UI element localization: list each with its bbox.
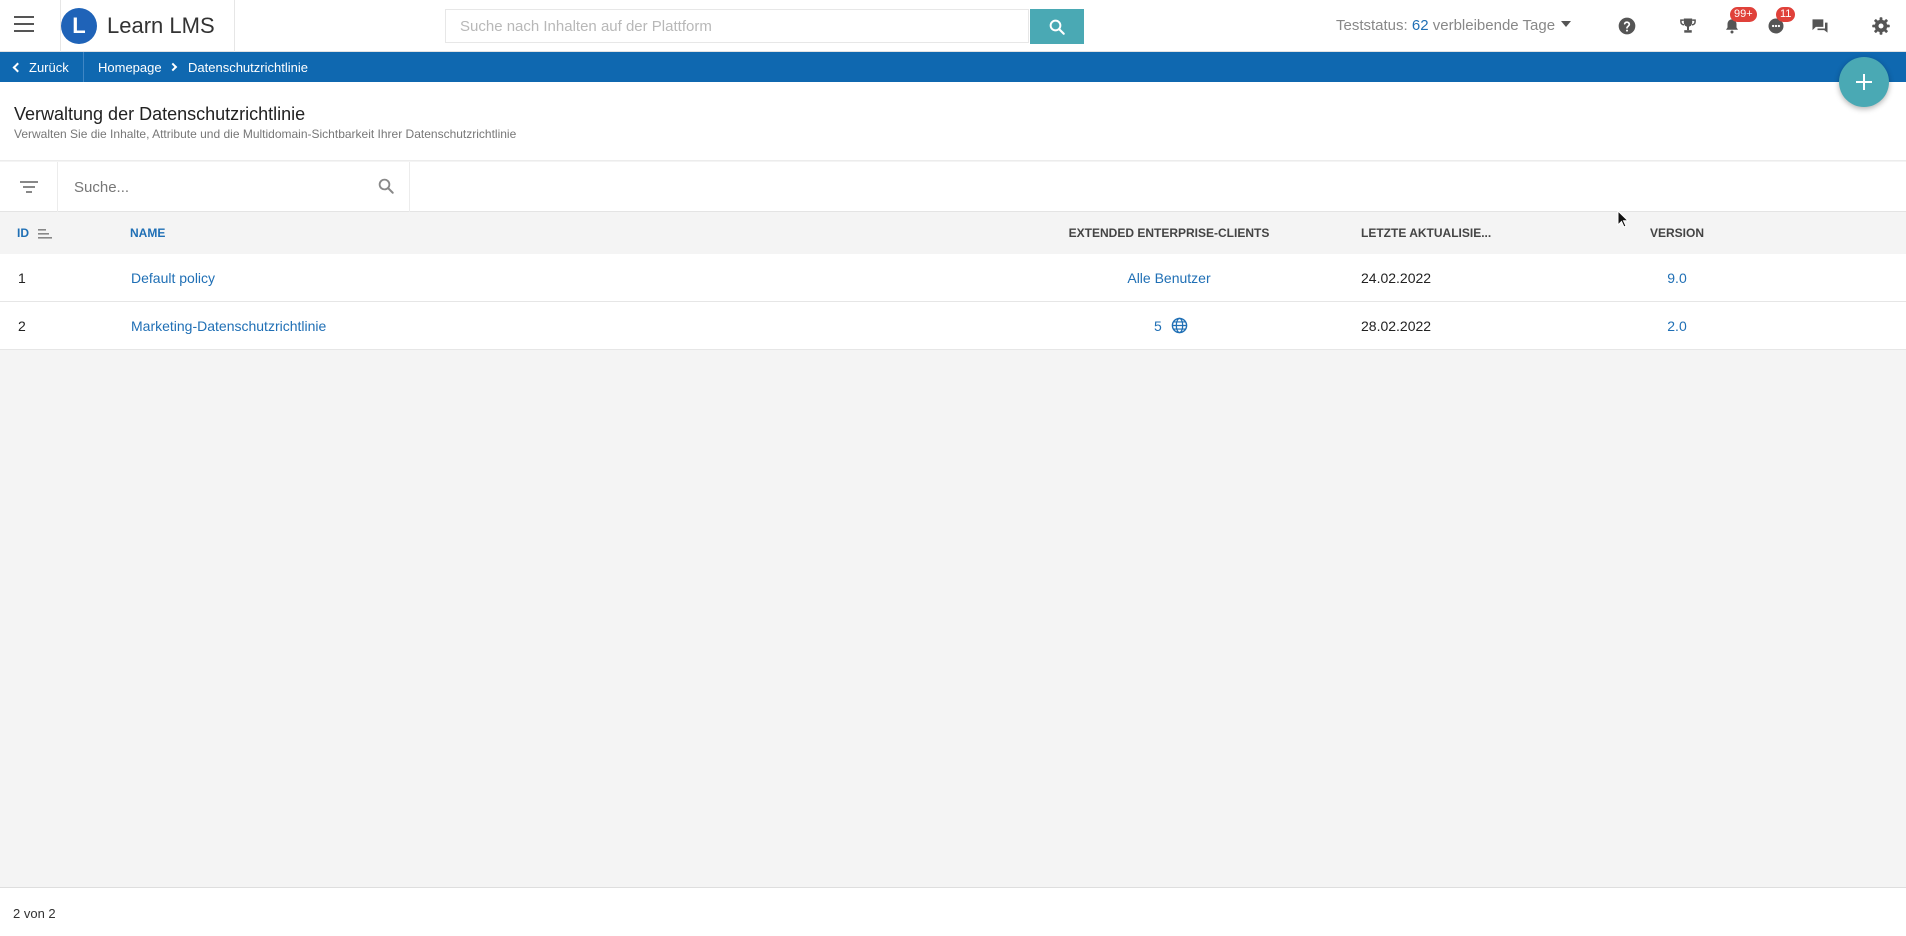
top-header: L Learn LMS Teststatus: 62 verbleibende … — [0, 0, 1906, 52]
row-clients-link[interactable]: 5 — [1154, 317, 1188, 334]
chat-icon[interactable] — [1808, 14, 1832, 38]
back-label: Zurück — [29, 59, 69, 75]
table-toolbar — [0, 162, 1906, 212]
table-row[interactable]: 1 Default policy Alle Benutzer 24.02.202… — [0, 254, 1906, 302]
row-id: 2 — [18, 318, 26, 334]
page-header: Verwaltung der Datenschutzrichtlinie Ver… — [0, 82, 1906, 161]
messages-badge: 11 — [1776, 7, 1796, 22]
search-icon — [1049, 19, 1065, 35]
add-policy-button[interactable] — [1839, 57, 1889, 107]
table-search — [58, 162, 410, 212]
menu-icon[interactable] — [14, 16, 34, 32]
table-row[interactable]: 2 Marketing-Datenschutzrichtlinie 5 28.0… — [0, 302, 1906, 350]
caret-down-icon — [1561, 21, 1572, 27]
page-title: Verwaltung der Datenschutzrichtlinie — [14, 104, 306, 124]
column-clients[interactable]: EXTENDED ENTERPRISE-CLIENTS — [1069, 226, 1270, 240]
settings-gear-icon[interactable] — [1869, 14, 1893, 38]
sort-icon[interactable] — [38, 228, 53, 239]
row-version-link[interactable]: 9.0 — [1667, 270, 1686, 286]
column-version[interactable]: VERSION — [1650, 226, 1704, 240]
row-name-link[interactable]: Default policy — [131, 270, 215, 286]
chevron-right-icon — [168, 62, 178, 72]
messages-icon[interactable]: 11 — [1764, 7, 1796, 38]
plus-icon — [1856, 74, 1872, 90]
search-icon[interactable] — [377, 177, 395, 195]
column-id[interactable]: ID — [17, 226, 53, 240]
platform-search-button[interactable] — [1030, 9, 1084, 44]
column-id-label: ID — [17, 226, 29, 240]
globe-icon — [1171, 317, 1187, 334]
row-name-link[interactable]: Marketing-Datenschutzrichtlinie — [131, 318, 326, 334]
notifications-badge: 99+ — [1730, 7, 1757, 22]
table-search-input[interactable] — [74, 178, 364, 196]
trial-prefix: Teststatus: — [1336, 17, 1408, 34]
back-button[interactable]: Zurück — [12, 52, 84, 82]
trial-status[interactable]: Teststatus: 62 verbleibende Tage — [1336, 17, 1572, 34]
column-name[interactable]: NAME — [130, 226, 165, 240]
row-updated: 28.02.2022 — [1361, 318, 1432, 334]
pagination-count: 2 von 2 — [13, 906, 56, 921]
page-subtitle: Verwalten Sie die Inhalte, Attribute und… — [14, 127, 517, 141]
notifications-bell-icon[interactable]: 99+ — [1720, 7, 1757, 38]
row-id: 1 — [18, 270, 26, 286]
brand-logo[interactable]: L Learn LMS — [60, 0, 235, 52]
help-icon[interactable] — [1615, 14, 1639, 38]
trophy-icon[interactable] — [1676, 14, 1700, 38]
trial-suffix: verbleibende Tage — [1432, 17, 1556, 34]
chevron-left-icon — [12, 62, 23, 72]
breadcrumb: Zurück Homepage Datenschutzrichtlinie — [0, 52, 1906, 82]
breadcrumb-home[interactable]: Homepage — [98, 52, 162, 82]
brand-name: Learn LMS — [107, 13, 215, 38]
row-clients-link[interactable]: Alle Benutzer — [1127, 270, 1210, 286]
platform-search-input[interactable] — [460, 17, 1028, 35]
column-updated[interactable]: LETZTE AKTUALISIE... — [1361, 226, 1491, 240]
row-clients-count: 5 — [1154, 318, 1162, 334]
table-footer: 2 von 2 — [0, 887, 1906, 936]
row-updated: 24.02.2022 — [1361, 270, 1432, 286]
row-version-link[interactable]: 2.0 — [1667, 318, 1686, 334]
breadcrumb-current: Datenschutzrichtlinie — [188, 59, 308, 75]
filter-icon[interactable] — [0, 162, 58, 212]
mouse-cursor-icon — [1617, 210, 1629, 228]
platform-search — [445, 9, 1029, 43]
trial-days: 62 — [1411, 17, 1429, 34]
logo-mark: L — [61, 8, 97, 44]
